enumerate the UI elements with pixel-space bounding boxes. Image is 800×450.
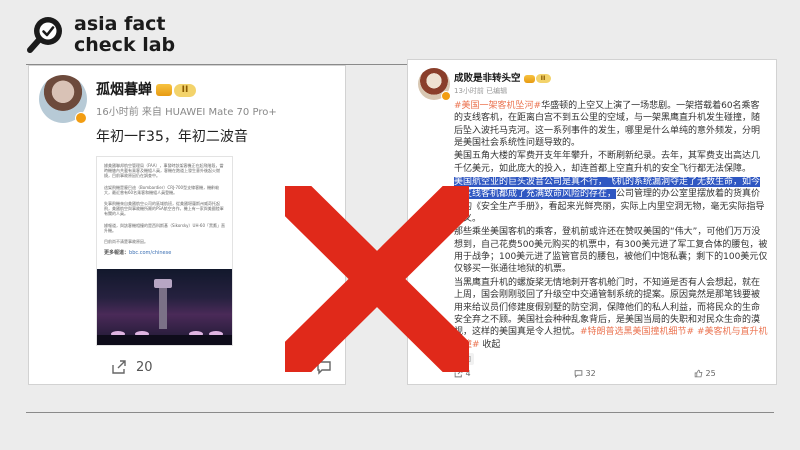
crown-icon	[523, 74, 535, 83]
hashtag[interactable]: #美国一架客机坠河#	[454, 101, 541, 111]
hashtag[interactable]: #特朗普选黑美国撞机细节#	[580, 327, 694, 337]
share-count: 20	[136, 360, 153, 375]
post-body: #美国一架客机坠河#华盛顿的上空又上演了一场悲剧。一架搭载着60名乘客的支线客机…	[454, 100, 768, 352]
post-meta: 13小时前 已编辑	[454, 87, 508, 95]
post-paragraph-4: 那些乘坐美国客机的乘客，登机前或许还在赞叹美国的“伟大”，可他们万万没想到，自己…	[454, 227, 768, 275]
post-meta: 16小时前 来自 HUAWEI Mate 70 Pro+	[96, 107, 277, 118]
post-paragraph-3: 美国航空业的巨头波音公司是真不行，飞机的系统漏洞夺走了无数生命，如今连支线客机都…	[454, 177, 765, 225]
level-badge: II	[535, 74, 551, 83]
magnifier-check-icon	[26, 15, 66, 55]
post-actions: 4 32 25	[454, 369, 754, 383]
post-paragraph-5: 当黑鹰直升机的螺旋桨无情地刺开客机舱门时，不知道是否有人会想起，就在上周，国会刚…	[454, 277, 768, 350]
post-paragraph-1: #美国一架客机坠河#华盛顿的上空又上演了一场悲剧。一架搭载着60名乘客的支线客机…	[454, 101, 761, 149]
screenshot-paragraph: 目前尚不清楚事故原因。	[104, 239, 148, 245]
like-count: 25	[705, 369, 716, 378]
more-link-label: 更多報道：	[104, 250, 130, 257]
comment-action[interactable]: 32	[574, 369, 596, 378]
verified-badge-icon	[75, 112, 87, 124]
airport-photo	[97, 269, 232, 345]
share-icon[interactable]	[111, 359, 127, 379]
post-paragraph-2: 美国五角大楼的军费开支年年攀升，不断刷新纪录。去年，其军费支出高达几千亿美元，如…	[454, 151, 761, 174]
attached-screenshot[interactable]: 據美國聯邦航空管理局（FAA），事發時該架客機正在起飛階段，當時機艙內共載有乘客…	[96, 156, 233, 346]
control-tower	[159, 283, 167, 329]
username[interactable]: 孤烟暮蝉	[96, 82, 152, 98]
more-link-url: bbc.com/chinese	[129, 250, 172, 257]
screenshot-more-link: 更多報道：bbc.com/chinese	[104, 249, 225, 256]
footer-divider	[26, 412, 774, 413]
screenshot-paragraph: 失事飛機來自美國航空公司的區域航班，從美國堪薩斯州威奇托起飛，美國航空與事故機所…	[104, 201, 224, 217]
tower-cab	[154, 279, 172, 288]
post-author[interactable]: 成败是非转头空 II	[454, 70, 551, 84]
post-author[interactable]: 孤烟暮蝉 II	[96, 79, 196, 99]
username[interactable]: 成败是非转头空	[454, 73, 521, 84]
crown-icon	[156, 84, 172, 96]
like-icon	[694, 369, 703, 378]
comment-count: 32	[585, 369, 596, 378]
screenshot-paragraph: 據報道，與該客機相撞的是西科斯基（Sikorsky）UH-60「黑鷹」直升機。	[104, 222, 226, 233]
runway-ground	[97, 335, 232, 345]
level-badge: II	[174, 83, 196, 97]
comment-icon	[574, 370, 583, 378]
brand-logo: asia fact check lab	[26, 14, 175, 56]
like-action[interactable]: 25	[694, 369, 716, 378]
false-claim-x-icon	[266, 169, 488, 389]
brand-name-line1: asia fact	[74, 13, 166, 35]
brand-name-line2: check lab	[74, 34, 176, 56]
verified-badge-icon	[441, 91, 451, 101]
screenshot-paragraph: 這架飛機是龐巴迪（Bombardier）CRJ-700型支線客機，機齡較大，最近…	[104, 184, 220, 195]
highlighted-text: 美国航空业的巨头波音公司是真不行，飞机的系统漏洞夺走了无数生命，如今连支线客机都…	[454, 177, 761, 200]
screenshot-paragraph: 據美國聯邦航空管理局（FAA），事發時該架客機正在起飛階段，當時機艙內共載有乘客…	[104, 163, 224, 179]
post-text: 年初一F35，年初二波音	[96, 129, 248, 145]
